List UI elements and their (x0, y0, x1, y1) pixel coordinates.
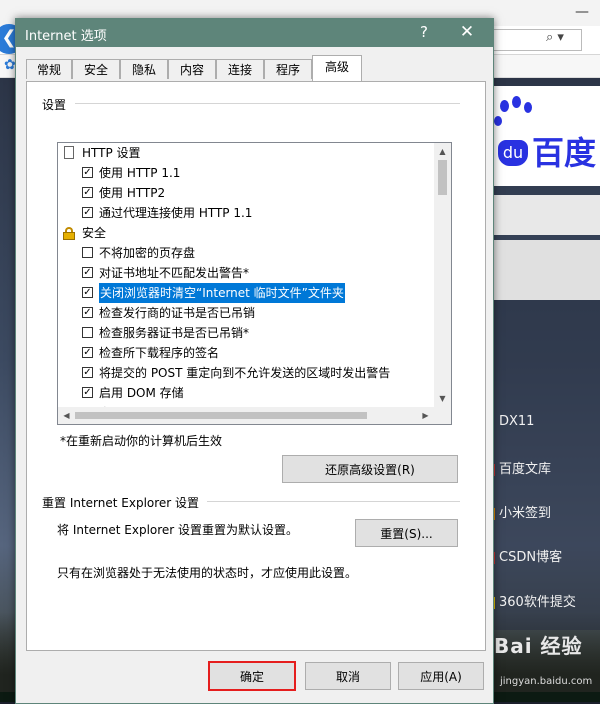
favorites-icon[interactable]: ✿ (4, 57, 16, 73)
tab-connections[interactable]: 连接 (216, 59, 264, 79)
tree-option[interactable]: ✓ 将提交的 POST 重定向到不允许发送的区域时发出警告 (58, 363, 434, 383)
checked-checkbox[interactable]: ✓ (82, 347, 93, 358)
tab-programs[interactable]: 程序 (264, 59, 312, 79)
advanced-tab-panel: 设置 HTTP 设置 ✓ 使用 HTTP 1.1 ✓ 使用 HTTP2 ✓ 通过代理连接使用… (26, 81, 486, 651)
search-box[interactable] (490, 29, 582, 51)
checked-checkbox[interactable]: ✓ (82, 267, 93, 278)
checked-checkbox[interactable]: ✓ (82, 167, 93, 178)
quick-link[interactable]: 360软件提交 (492, 591, 576, 610)
tab-security[interactable]: 安全 (72, 59, 120, 79)
tree-option[interactable]: ✓ 对证书地址不匹配发出警告* (58, 263, 434, 283)
tab-advanced[interactable]: 高级 (312, 55, 362, 81)
tree-option[interactable]: ✓ 检查所下载程序的签名 (58, 343, 434, 363)
minimize-button[interactable]: — (575, 4, 589, 20)
cancel-button[interactable]: 取消 (305, 662, 391, 690)
tab-general[interactable]: 常规 (26, 59, 72, 79)
scroll-thumb[interactable] (438, 160, 447, 195)
tree-category[interactable]: 安全 (58, 223, 434, 243)
horizontal-scrollbar[interactable]: ◀ ▶ (58, 407, 434, 424)
tree-option[interactable]: ✓ 关闭浏览器时清空“Internet 临时文件”文件夹 (58, 283, 434, 303)
chevron-down-icon[interactable]: ▾ (557, 30, 564, 45)
close-button[interactable]: ✕ (456, 22, 478, 42)
tree-item-label: 启用 DOM 存储 (99, 386, 184, 400)
quick-link[interactable]: 百度文库 (492, 458, 551, 477)
tab-content[interactable]: 内容 (168, 59, 216, 79)
lock-icon (63, 227, 75, 240)
banner-area (490, 240, 600, 300)
scroll-up-icon[interactable]: ▲ (434, 143, 451, 160)
apply-button[interactable]: 应用(A) (398, 662, 484, 690)
dialog-title: Internet 选项 (25, 29, 107, 44)
watermark-url: jingyan.baidu.com (500, 676, 593, 687)
tree-option[interactable]: ✓ 检查发行商的证书是否已吊销 (58, 303, 434, 323)
unchecked-checkbox[interactable] (82, 247, 93, 258)
search-glyph: ⌕ (546, 30, 554, 45)
horizontal-scroll-thumb[interactable] (75, 412, 367, 419)
tab-privacy[interactable]: 隐私 (120, 59, 168, 79)
divider (75, 103, 460, 104)
checked-checkbox[interactable]: ✓ (82, 187, 93, 198)
tree-option[interactable]: 不将加密的页存盘 (58, 243, 434, 263)
quick-link[interactable]: 小米签到 (492, 502, 551, 521)
reset-group-label: 重置 Internet Explorer 设置 (42, 496, 200, 510)
checked-checkbox[interactable]: ✓ (82, 367, 93, 378)
settings-group-label: 设置 (42, 98, 67, 112)
tree-option[interactable]: ✓ 启用 DOM 存储 (58, 383, 434, 403)
reset-button[interactable]: 重置(S)... (355, 519, 458, 547)
quick-link[interactable]: CSDN博客 (492, 546, 562, 565)
scrollbar-corner (434, 407, 451, 424)
search-area (490, 195, 600, 235)
tree-item-label: 检查发行商的证书是否已吊销 (99, 306, 256, 320)
vertical-scrollbar[interactable]: ▲ ▼ (434, 143, 451, 407)
help-button[interactable]: ? (416, 23, 432, 41)
tree-item-label: 使用 HTTP 1.1 (99, 166, 181, 180)
tree-item-label: HTTP 设置 (82, 146, 141, 160)
settings-tree[interactable]: HTTP 设置 ✓ 使用 HTTP 1.1 ✓ 使用 HTTP2 ✓ 通过代理连接使用 HT… (57, 142, 452, 425)
baidu-logo-text[interactable]: 百度 (532, 128, 596, 174)
checked-checkbox[interactable]: ✓ (82, 307, 93, 318)
tree-item-label: 使用 HTTP2 (99, 186, 166, 200)
scroll-down-icon[interactable]: ▼ (434, 390, 451, 407)
reset-description: 将 Internet Explorer 设置重置为默认设置。 (57, 523, 299, 537)
baidu-jingyan-watermark: Bai 经验 (494, 634, 583, 658)
tree-option[interactable]: 检查服务器证书是否已吊销* (58, 323, 434, 343)
tree-item-label: 通过代理连接使用 HTTP 1.1 (99, 206, 253, 220)
scroll-right-icon[interactable]: ▶ (417, 407, 434, 424)
baidu-du-logo: du (498, 140, 528, 166)
checked-checkbox[interactable]: ✓ (82, 387, 93, 398)
divider (207, 501, 460, 502)
page-icon (64, 146, 74, 159)
tree-option[interactable]: ✓ 通过代理连接使用 HTTP 1.1 (58, 203, 434, 223)
dialog-title-bar[interactable]: Internet 选项 ? ✕ (16, 19, 493, 47)
scroll-left-icon[interactable]: ◀ (58, 407, 75, 424)
tree-item-label: 将提交的 POST 重定向到不允许发送的区域时发出警告 (99, 366, 391, 380)
quick-link[interactable]: DX11 (492, 414, 534, 429)
tree-item-label: 检查服务器证书是否已吊销* (99, 326, 250, 340)
restart-note: *在重新启动你的计算机后生效 (60, 434, 223, 448)
internet-options-dialog: Internet 选项 ? ✕ 常规 安全 隐私 内容 连接 程序 高级 设置 … (15, 18, 494, 704)
tree-item-label: 对证书地址不匹配发出警告* (99, 266, 250, 280)
tree-item-label: 安全 (82, 226, 107, 240)
ok-button[interactable]: 确定 (208, 661, 296, 691)
restore-advanced-button[interactable]: 还原高级设置(R) (282, 455, 458, 483)
search-icon[interactable]: ⌕ ▾ (546, 30, 564, 45)
tree-item-label: 检查所下载程序的签名 (99, 346, 220, 360)
unchecked-checkbox[interactable] (82, 327, 93, 338)
tree-item-label: 关闭浏览器时清空“Internet 临时文件”文件夹 (99, 283, 345, 303)
tree-option[interactable]: ✓ 使用 HTTP 1.1 (58, 163, 434, 183)
reset-note: 只有在浏览器处于无法使用的状态时，才应使用此设置。 (57, 566, 358, 580)
tree-item-label: 不将加密的页存盘 (99, 246, 196, 260)
checked-checkbox[interactable]: ✓ (82, 207, 93, 218)
tree-option[interactable]: ✓ 使用 HTTP2 (58, 183, 434, 203)
tree-category[interactable]: HTTP 设置 (58, 143, 434, 163)
checked-checkbox[interactable]: ✓ (82, 287, 93, 298)
